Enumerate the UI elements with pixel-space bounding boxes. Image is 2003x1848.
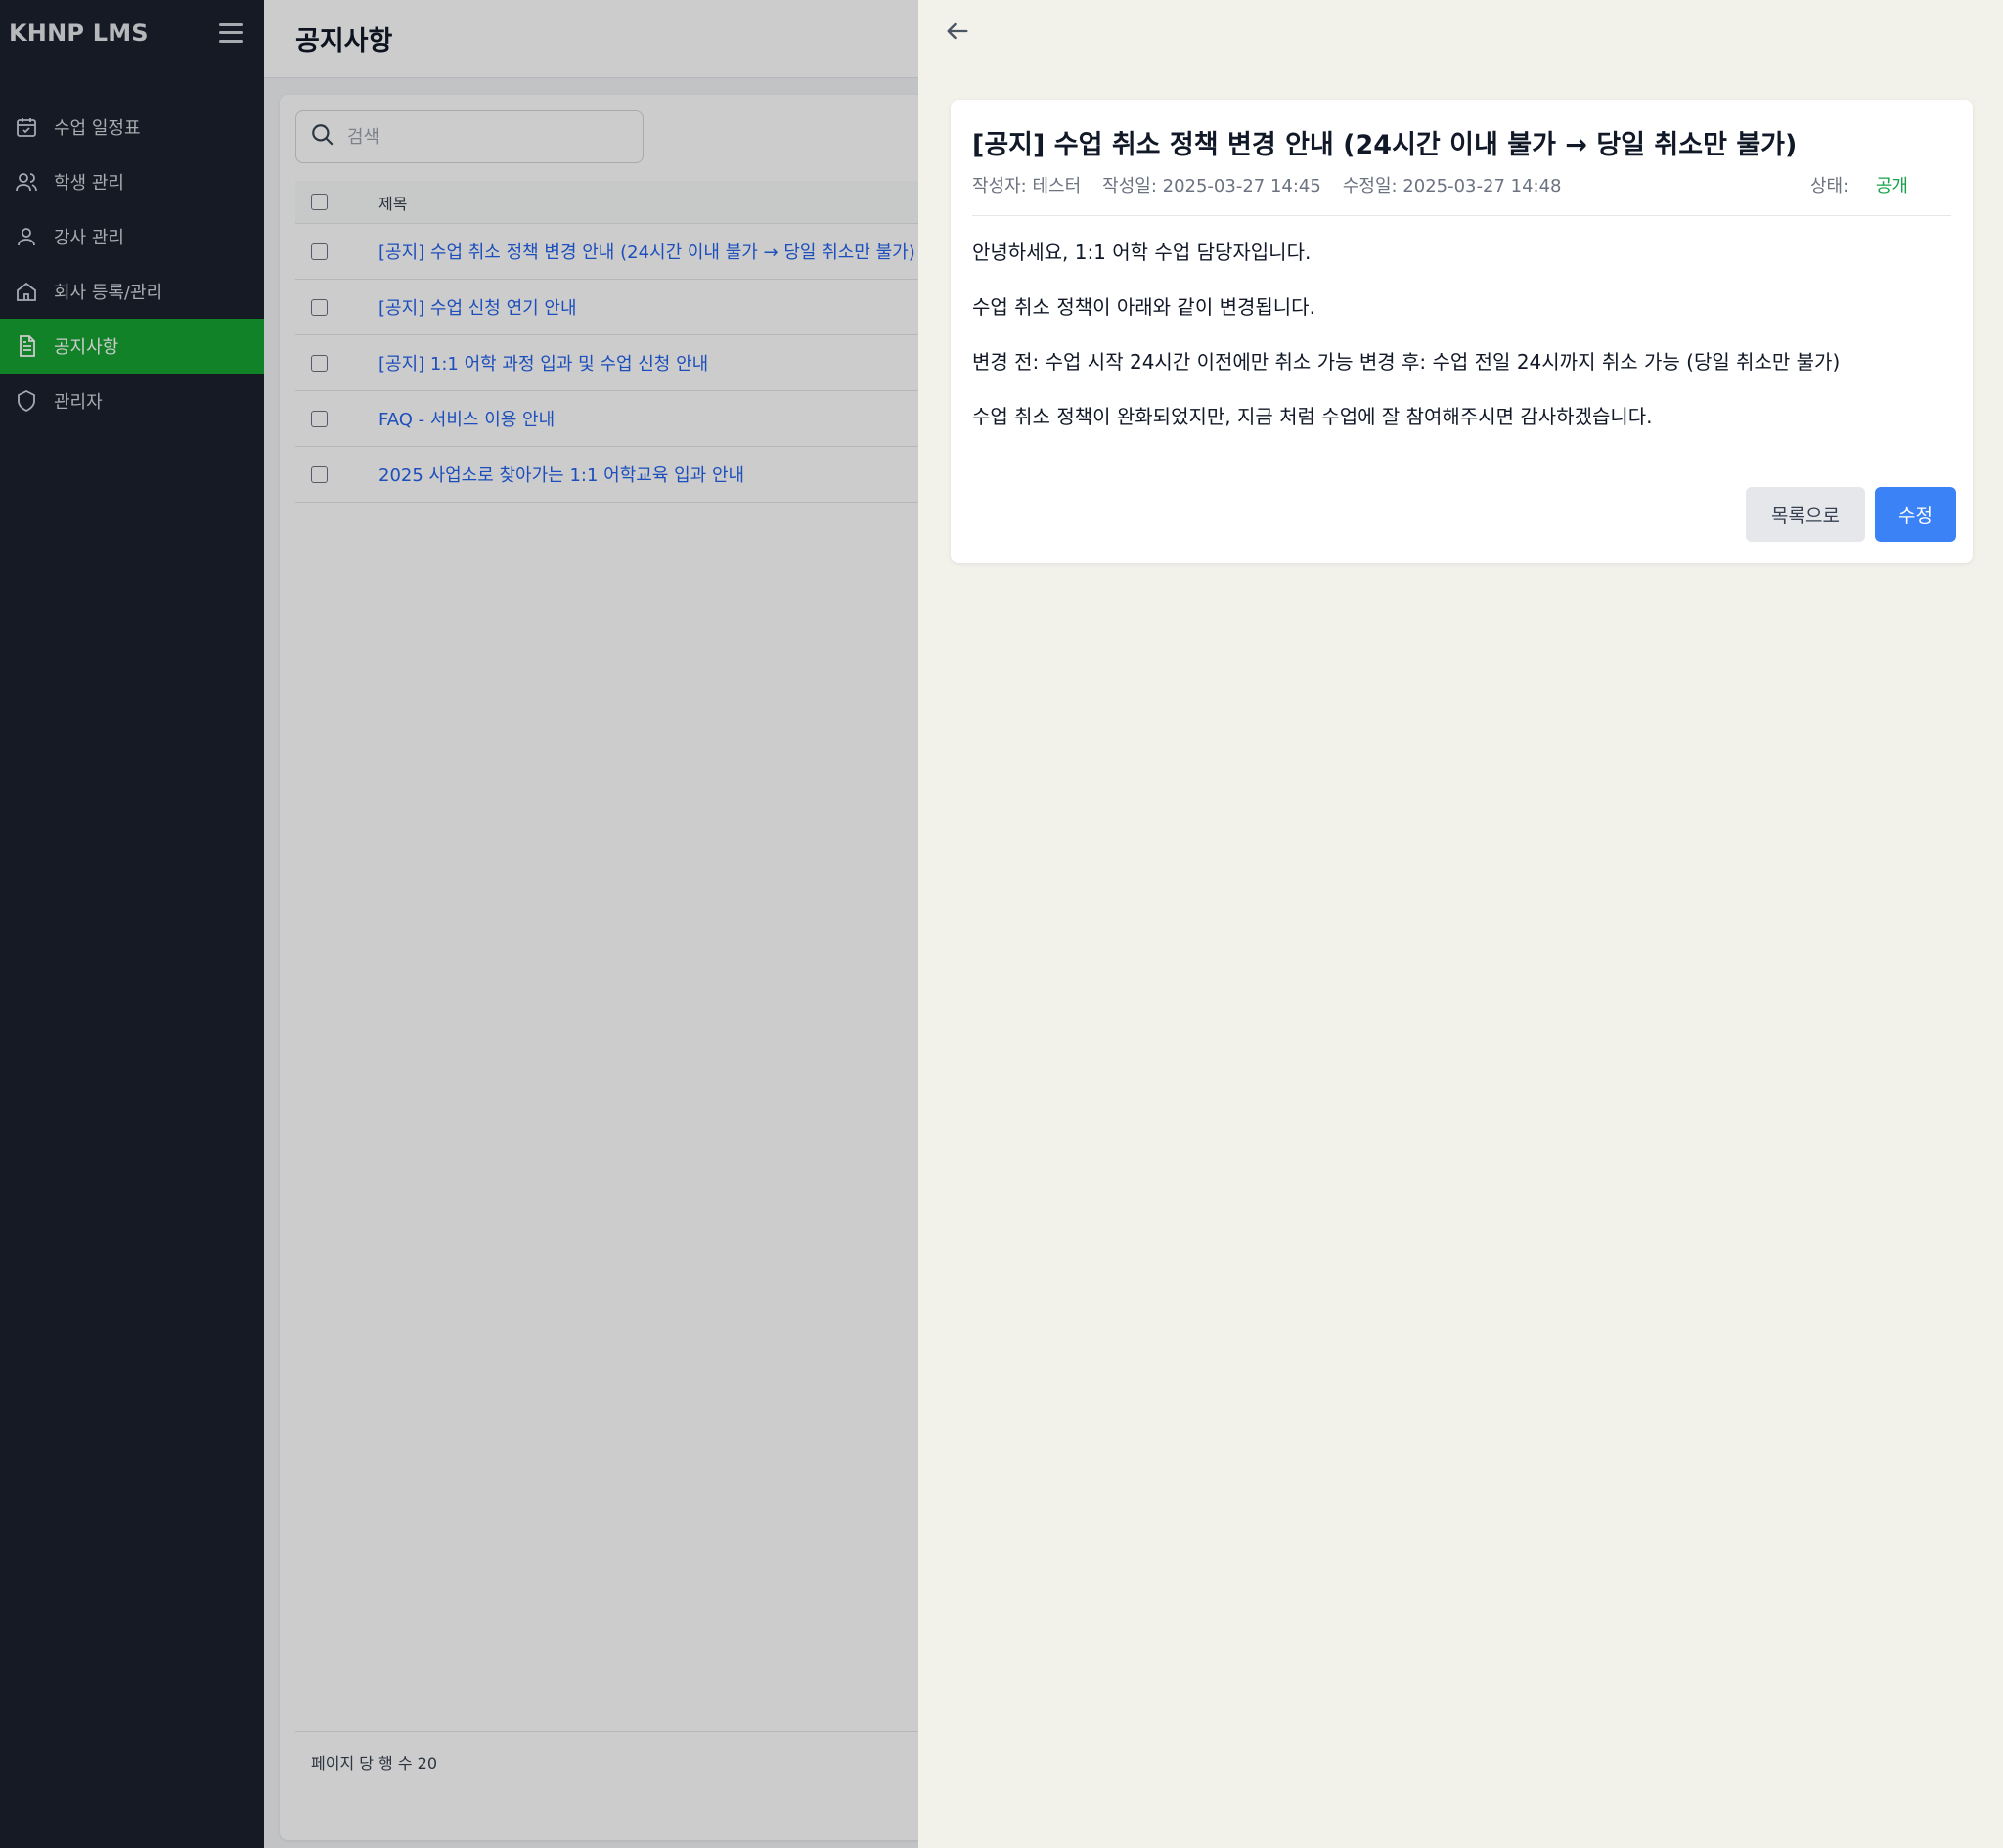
sidebar-item-label: 학생 관리 bbox=[54, 173, 124, 194]
notice-detail-drawer: [공지] 수업 취소 정책 변경 안내 (24시간 이내 불가 → 당일 취소만… bbox=[918, 0, 2003, 1848]
notice-title-link[interactable]: [공지] 1:1 어학 과정 입과 및 수업 신청 안내 bbox=[378, 350, 708, 375]
document-icon bbox=[14, 333, 39, 359]
sidebar-item-label: 회사 등록/관리 bbox=[54, 283, 163, 303]
row-checkbox[interactable] bbox=[311, 354, 328, 372]
notice-detail-card: [공지] 수업 취소 정책 변경 안내 (24시간 이내 불가 → 당일 취소만… bbox=[951, 100, 1973, 563]
rows-per-page-selector[interactable]: 페이지 당 행 수 20 bbox=[311, 1750, 437, 1774]
notice-title-link[interactable]: [공지] 수업 신청 연기 안내 bbox=[378, 294, 577, 320]
edit-button[interactable]: 수정 bbox=[1875, 487, 1956, 542]
back-to-list-button[interactable]: 목록으로 bbox=[1746, 487, 1865, 542]
sidebar-item-schedule[interactable]: 수업 일정표 bbox=[0, 100, 264, 154]
column-header-title: 제목 bbox=[378, 194, 408, 213]
author: 작성자: 테스터 bbox=[972, 176, 1082, 197]
calendar-icon bbox=[14, 114, 39, 140]
notice-body: 안녕하세요, 1:1 어학 수업 담당자입니다. 수업 취소 정책이 아래와 같… bbox=[972, 239, 1840, 458]
sidebar-item-companies[interactable]: 회사 등록/관리 bbox=[0, 264, 264, 319]
sidebar: KHNP LMS 수업 일정표 학생 관리 강사 관리 회사 등록/관리 공지사… bbox=[0, 0, 264, 1848]
row-checkbox[interactable] bbox=[311, 298, 328, 316]
notice-title-link[interactable]: [공지] 수업 취소 정책 변경 안내 (24시간 이내 불가 → 당일 취소만… bbox=[378, 239, 915, 264]
sidebar-item-label: 관리자 bbox=[54, 392, 103, 413]
notice-title-link[interactable]: FAQ - 서비스 이용 안내 bbox=[378, 406, 555, 431]
row-checkbox[interactable] bbox=[311, 242, 328, 260]
status-label: 상태: bbox=[1809, 176, 1854, 197]
page-title: 공지사항 bbox=[295, 26, 393, 57]
status-value: 공개 bbox=[1875, 176, 1908, 197]
shield-icon bbox=[14, 388, 39, 414]
status-badge: 상태: 공개 bbox=[1810, 172, 1930, 198]
user-icon bbox=[14, 224, 39, 249]
row-checkbox[interactable] bbox=[311, 465, 328, 483]
created-date: 작성일: 2025-03-27 14:45 bbox=[1102, 176, 1321, 197]
divider bbox=[972, 215, 1951, 216]
home-icon bbox=[14, 279, 39, 304]
app-title: KHNP LMS bbox=[9, 19, 149, 47]
modified-date: 수정일: 2025-03-27 14:48 bbox=[1342, 176, 1562, 197]
sidebar-item-instructors[interactable]: 강사 관리 bbox=[0, 209, 264, 264]
menu-icon[interactable] bbox=[219, 22, 243, 43]
users-icon bbox=[14, 169, 39, 195]
notice-title-link[interactable]: 2025 사업소로 찾아가는 1:1 어학교육 입과 안내 bbox=[378, 462, 744, 487]
body-paragraph: 안녕하세요, 1:1 어학 수업 담당자입니다. bbox=[972, 241, 1312, 264]
search-box bbox=[295, 110, 644, 163]
notice-meta: 작성자: 테스터 작성일: 2025-03-27 14:45 수정일: 2025… bbox=[972, 172, 1951, 198]
sidebar-item-notices[interactable]: 공지사항 bbox=[0, 319, 264, 374]
row-checkbox[interactable] bbox=[311, 410, 328, 427]
body-paragraph: 수업 취소 정책이 아래와 같이 변경됩니다. bbox=[972, 295, 1315, 319]
sidebar-item-students[interactable]: 학생 관리 bbox=[0, 154, 264, 209]
search-input[interactable] bbox=[347, 126, 621, 148]
notice-title: [공지] 수업 취소 정책 변경 안내 (24시간 이내 불가 → 당일 취소만… bbox=[972, 130, 1798, 160]
sidebar-item-label: 강사 관리 bbox=[54, 228, 124, 248]
sidebar-header: KHNP LMS bbox=[0, 0, 264, 66]
sidebar-item-admin[interactable]: 관리자 bbox=[0, 374, 264, 428]
body-paragraph: 변경 전: 수업 시작 24시간 이전에만 취소 가능 변경 후: 수업 전일 … bbox=[972, 350, 1841, 374]
select-all-checkbox[interactable] bbox=[311, 194, 328, 210]
sidebar-item-label: 수업 일정표 bbox=[54, 118, 141, 139]
search-icon bbox=[310, 122, 335, 152]
sidebar-nav: 수업 일정표 학생 관리 강사 관리 회사 등록/관리 공지사항 관리자 bbox=[0, 100, 264, 428]
back-arrow-icon[interactable] bbox=[942, 16, 973, 47]
body-paragraph: 수업 취소 정책이 완화되었지만, 지금 처럼 수업에 잘 참여해주시면 감사하… bbox=[972, 405, 1653, 428]
sidebar-item-label: 공지사항 bbox=[54, 337, 119, 358]
